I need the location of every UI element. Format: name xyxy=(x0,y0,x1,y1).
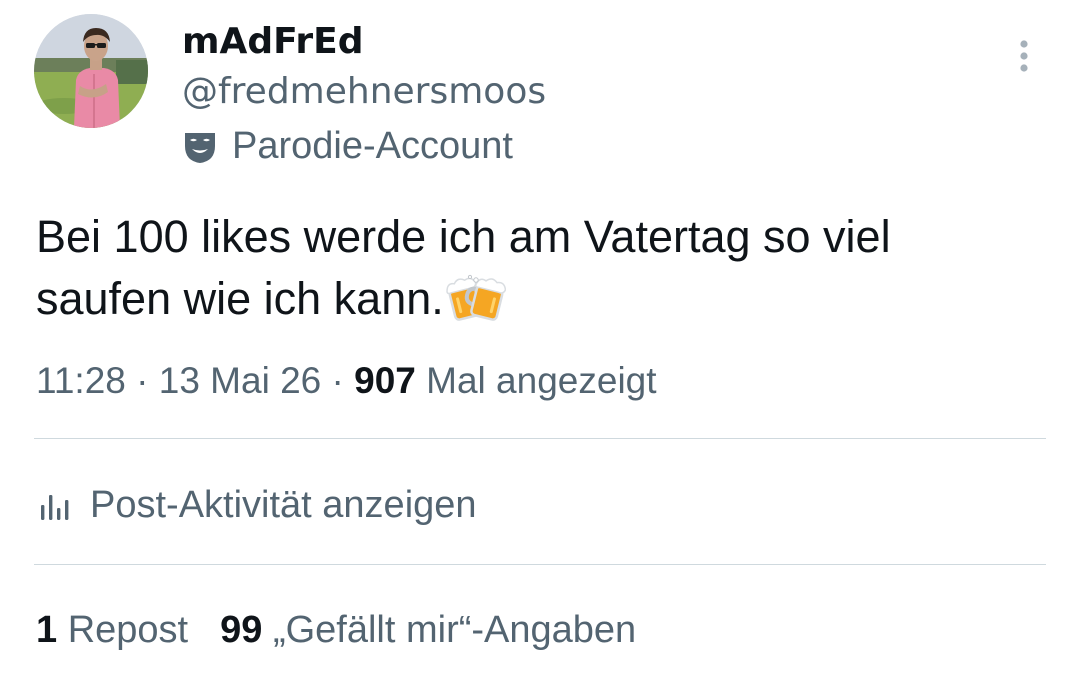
reposts-count: 1 xyxy=(36,609,58,651)
display-name[interactable]: mAdFrEd xyxy=(182,20,364,64)
engagement-stats: 1 Repost 99 „Gefällt mir“-Angaben xyxy=(36,606,636,654)
parody-badge: Parodie-Account xyxy=(180,124,513,168)
post-date[interactable]: 13 Mai 26 xyxy=(159,360,322,401)
meta-separator: · xyxy=(321,360,355,401)
avatar[interactable] xyxy=(34,14,148,128)
meta-separator: · xyxy=(125,360,159,401)
views-count: 907 xyxy=(354,360,416,401)
divider xyxy=(34,438,1046,439)
parody-label: Parodie-Account xyxy=(232,125,513,167)
parody-mask-icon xyxy=(180,126,220,166)
likes-label: „Gefällt mir“-Angaben xyxy=(262,609,637,651)
analytics-bars-icon xyxy=(36,485,76,525)
divider xyxy=(34,564,1046,565)
reposts-label: Repost xyxy=(57,609,189,651)
post-time[interactable]: 11:28 xyxy=(36,360,126,401)
view-post-activity-label: Post-Aktivität anzeigen xyxy=(90,484,477,526)
post-meta: 11:28 · 13 Mai 26 · 907 Mal angezeigt xyxy=(36,358,657,404)
post-text: Bei 100 likes werde ich am Vatertag so v… xyxy=(36,206,1046,330)
post-text-segment: saufen wie ich kann. xyxy=(36,273,444,324)
clinking-beer-mugs-icon xyxy=(446,274,506,322)
more-vertical-icon xyxy=(1020,40,1028,72)
post-text-line: Bei 100 likes werde ich am Vatertag so v… xyxy=(36,211,891,262)
user-handle[interactable]: @fredmehnersmoos xyxy=(182,70,546,114)
view-post-activity-button[interactable]: Post-Aktivität anzeigen xyxy=(36,480,477,530)
views-label: Mal angezeigt xyxy=(415,360,657,401)
likes-count: 99 xyxy=(220,609,263,651)
more-options-button[interactable] xyxy=(1004,36,1044,76)
likes-stat[interactable]: 99 „Gefällt mir“-Angaben xyxy=(220,606,636,654)
post-detail: mAdFrEd @fredmehnersmoos Parodie-Account… xyxy=(0,0,1080,679)
profile-photo xyxy=(34,14,148,128)
reposts-stat[interactable]: 1 Repost xyxy=(36,606,188,654)
post-text-line: saufen wie ich kann. xyxy=(36,268,1046,330)
